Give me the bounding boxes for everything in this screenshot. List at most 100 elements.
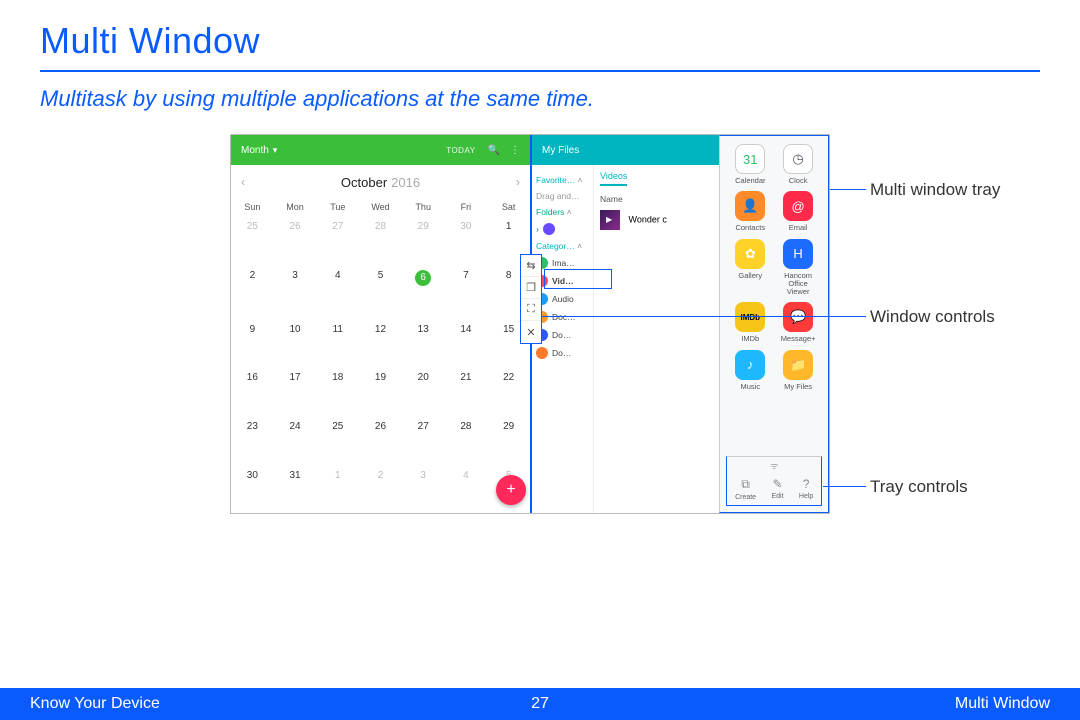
tray-app[interactable]: ✿Gallery	[728, 239, 772, 297]
prev-month-icon[interactable]: ‹	[241, 175, 245, 189]
calendar-day[interactable]: 16	[231, 366, 274, 415]
sidebar-group-folders[interactable]: Folders ˄	[536, 207, 589, 217]
calendar-day[interactable]: 7	[445, 264, 488, 318]
calendar-day[interactable]: 2	[359, 464, 402, 513]
content-tab-videos[interactable]: Videos	[600, 171, 627, 186]
tray-control-label: Help	[799, 493, 813, 500]
sidebar-category-item[interactable]: Do…	[536, 329, 589, 341]
window-popup-icon[interactable]: ❐	[521, 277, 541, 299]
app-label: Gallery	[738, 272, 762, 280]
myfiles-content: Videos Name Wonder c	[594, 165, 719, 513]
calendar-day[interactable]: 22	[487, 366, 530, 415]
more-icon[interactable]: ⋮	[510, 145, 520, 156]
sidebar-category-item[interactable]: Audio	[536, 293, 589, 305]
tray-app[interactable]: 💬Message+	[776, 302, 820, 343]
title-rule	[40, 70, 1040, 72]
calendar-day[interactable]: 19	[359, 366, 402, 415]
calendar-day[interactable]: 29	[402, 215, 445, 264]
column-header-name: Name	[600, 194, 713, 204]
search-icon[interactable]: 🔍	[488, 145, 500, 156]
app-icon: ◷	[783, 144, 813, 174]
calendar-day[interactable]: 31	[274, 464, 317, 513]
app-icon: IMDb	[735, 302, 765, 332]
tray-control-create[interactable]: ⧉Create	[735, 477, 756, 501]
window-swap-icon[interactable]: ⇆	[521, 255, 541, 277]
app-label: Message+	[781, 335, 816, 343]
calendar-day[interactable]: 27	[402, 415, 445, 464]
window-maximize-icon[interactable]: ⛶	[521, 299, 541, 321]
myfiles-app: My Files Favorite… ˄ Drag and… Folders ˄…	[530, 135, 719, 513]
year-label: 2016	[391, 175, 420, 190]
sidebar-category-item[interactable]: Do…	[536, 347, 589, 359]
calendar-day[interactable]: 30	[231, 464, 274, 513]
next-month-icon[interactable]: ›	[516, 175, 520, 189]
tray-app[interactable]: 👤Contacts	[728, 191, 772, 232]
today-button[interactable]: TODAY	[446, 146, 475, 155]
calendar-day[interactable]: 10	[274, 318, 317, 367]
tray-app[interactable]: ♪Music	[728, 350, 772, 391]
calendar-day[interactable]: 2	[231, 264, 274, 318]
calendar-day[interactable]: 28	[445, 415, 488, 464]
calendar-day[interactable]: 4	[445, 464, 488, 513]
tray-app[interactable]: @Email	[776, 191, 820, 232]
sidebar-folder-row[interactable]: ›	[536, 223, 589, 235]
app-label: Email	[789, 224, 808, 232]
sidebar-category-item[interactable]: Ima…	[536, 257, 589, 269]
tray-control-edit[interactable]: ✎ Edit	[771, 477, 783, 500]
window-controls[interactable]: ⇆ ❐ ⛶ ✕	[520, 254, 542, 344]
calendar-day[interactable]: 30	[445, 215, 488, 264]
sidebar-category-item[interactable]: Doc…	[536, 311, 589, 323]
calendar-day[interactable]: 17	[274, 366, 317, 415]
calendar-day[interactable]: 14	[445, 318, 488, 367]
calendar-day[interactable]: 1	[316, 464, 359, 513]
calendar-day[interactable]: 24	[274, 415, 317, 464]
calendar-day[interactable]: 12	[359, 318, 402, 367]
calendar-day[interactable]: 11	[316, 318, 359, 367]
calendar-day[interactable]: 5	[359, 264, 402, 318]
dropdown-icon[interactable]: ▾	[273, 145, 278, 156]
tray-app[interactable]: 📁My Files	[776, 350, 820, 391]
calendar-day[interactable]: 20	[402, 366, 445, 415]
calendar-grid[interactable]: 2526272829301234567891011121314151617181…	[231, 215, 530, 513]
tray-app[interactable]: ◷Clock	[776, 144, 820, 185]
multi-window-tray[interactable]: 31Calendar◷Clock👤Contacts@Email✿GalleryH…	[719, 135, 829, 513]
calendar-day[interactable]: 3	[274, 264, 317, 318]
add-event-button[interactable]: +	[496, 475, 526, 505]
calendar-day[interactable]: 6	[402, 264, 445, 318]
calendar-day[interactable]: 9	[231, 318, 274, 367]
sidebar-group-categories[interactable]: Categor… ˄	[536, 241, 589, 251]
category-label: Ima…	[552, 258, 575, 268]
calendar-day[interactable]: 3	[402, 464, 445, 513]
calendar-day[interactable]: 4	[316, 264, 359, 318]
calendar-day[interactable]: 27	[316, 215, 359, 264]
page-title: Multi Window	[40, 20, 1040, 62]
tray-control-label: Edit	[771, 493, 783, 500]
tray-app[interactable]: HHancom Office Viewer	[776, 239, 820, 297]
calendar-view-label[interactable]: Month	[241, 145, 269, 156]
calendar-day[interactable]: 13	[402, 318, 445, 367]
calendar-day[interactable]: 26	[359, 415, 402, 464]
calendar-day[interactable]: 18	[316, 366, 359, 415]
calendar-day[interactable]: 28	[359, 215, 402, 264]
calendar-day[interactable]: 21	[445, 366, 488, 415]
tray-controls[interactable]: ᯤ ⧉Create✎Edit?Help	[726, 456, 822, 506]
file-row[interactable]: Wonder c	[600, 210, 713, 230]
dow-cell: Thu	[402, 202, 445, 212]
window-close-icon[interactable]: ✕	[521, 321, 541, 343]
callout-line-tray	[830, 189, 866, 190]
edit-icon: ✎	[772, 477, 782, 491]
calendar-day[interactable]: 29	[487, 415, 530, 464]
calendar-day[interactable]: 23	[231, 415, 274, 464]
sidebar-drag-hint: Drag and…	[536, 191, 589, 201]
tray-app[interactable]: 31Calendar	[728, 144, 772, 185]
calendar-month-header: ‹ October 2016 ›	[231, 165, 530, 199]
calendar-day[interactable]: 25	[231, 215, 274, 264]
tray-app[interactable]: IMDbIMDb	[728, 302, 772, 343]
app-icon: 👤	[735, 191, 765, 221]
sidebar-group-favorites[interactable]: Favorite… ˄	[536, 175, 589, 185]
category-icon	[536, 347, 548, 359]
category-label: Do…	[552, 330, 571, 340]
calendar-day[interactable]: 25	[316, 415, 359, 464]
tray-control-help[interactable]: ?Help	[799, 477, 813, 500]
calendar-day[interactable]: 26	[274, 215, 317, 264]
